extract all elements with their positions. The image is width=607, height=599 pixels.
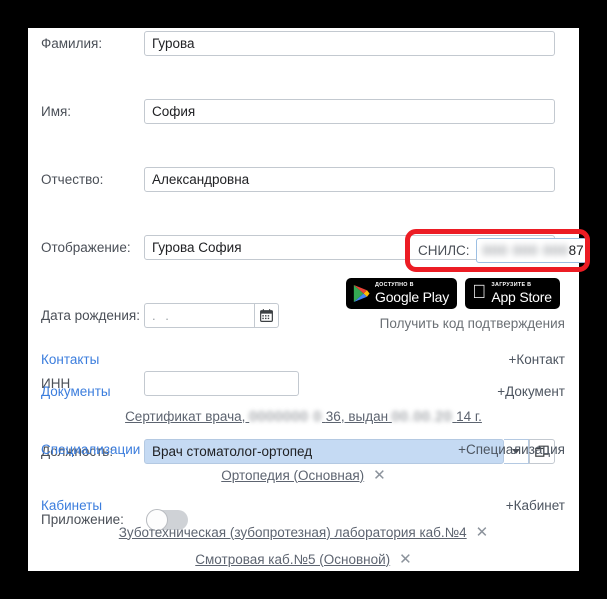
store-badges: ДОСТУПНО В Google Play  Загрузите в App… (346, 278, 560, 309)
google-play-badge[interactable]: ДОСТУПНО В Google Play (346, 278, 458, 309)
label-patronymic: Отчество: (41, 172, 104, 187)
section-cabinets-title[interactable]: Кабинеты (41, 492, 102, 520)
section-specializations-title[interactable]: Специализации (41, 436, 140, 464)
doctor-profile-panel: Фамилия: Гурова Имя: София Отчество: Але… (28, 28, 590, 572)
specialization-link[interactable]: Ортопедия (Основная) (221, 468, 364, 483)
input-patronymic[interactable]: Александровна (144, 167, 555, 192)
add-specialization-button[interactable]: +Специализация (458, 436, 565, 464)
close-icon[interactable]: ✕ (399, 552, 412, 567)
list-item: Зуботехническая (зубопротезная) лаборато… (28, 519, 579, 545)
document-middle: 36, выдан (325, 408, 389, 424)
input-surname[interactable]: Гурова (144, 31, 555, 56)
calendar-icon (260, 309, 273, 322)
app-store-big-text: App Store (477, 288, 552, 305)
label-firstname: Имя: (41, 104, 72, 119)
form-row-firstname: Имя: София (28, 96, 579, 128)
google-play-text: ДОСТУПНО В Google Play (375, 282, 450, 305)
document-suffix: 14 г. (456, 408, 482, 424)
snils-group: СНИЛС: 000 000 00087 (418, 238, 588, 263)
app-store-small-text: Загрузите в (477, 282, 531, 289)
add-cabinet-button[interactable]: +Кабинет (506, 492, 565, 520)
section-contacts-title[interactable]: Контакты (41, 346, 99, 374)
add-contact-button[interactable]: +Контакт (509, 346, 566, 374)
google-play-big-text: Google Play (375, 288, 450, 305)
section-documents: Документы +Документ (28, 378, 579, 406)
cabinet-link[interactable]: Смотровая каб.№5 (Основной) (195, 552, 390, 567)
list-item: Сертификат врача, 0000000 0 36, выдан 00… (28, 403, 579, 429)
birthdate-placeholder: . . (152, 308, 172, 323)
label-display-name: Отображение: (41, 240, 131, 255)
input-firstname[interactable]: София (144, 99, 555, 124)
snils-visible-value: 87 (568, 243, 584, 258)
label-birthdate: Дата рождения: (41, 308, 140, 323)
form-row-surname: Фамилия: Гурова (28, 28, 579, 60)
get-confirmation-code-link[interactable]: Получить код подтверждения (380, 316, 565, 331)
input-birthdate[interactable]: . . (144, 303, 254, 328)
document-prefix: Сертификат врача, (125, 408, 246, 424)
app-store-badge[interactable]:  Загрузите в App Store (465, 278, 560, 309)
list-item: Ортопедия (Основная) ✕ (28, 462, 579, 488)
snils-redacted-value: 000 000 000 (482, 243, 569, 258)
label-snils: СНИЛС: (418, 243, 470, 258)
google-play-small-text: ДОСТУПНО В (375, 282, 414, 289)
close-icon[interactable]: ✕ (373, 468, 386, 483)
label-surname: Фамилия: (41, 36, 103, 51)
section-specializations: Специализации +Специализация (28, 436, 579, 464)
document-redacted-1: 0000000 0 (249, 408, 323, 424)
calendar-button[interactable] (254, 303, 279, 328)
section-documents-title[interactable]: Документы (41, 378, 111, 406)
list-item: Смотровая каб.№5 (Основной) ✕ (28, 546, 579, 572)
google-play-icon (353, 285, 370, 302)
cabinet-link[interactable]: Зуботехническая (зубопротезная) лаборато… (119, 525, 467, 540)
close-icon[interactable]: ✕ (476, 525, 489, 540)
form-row-patronymic: Отчество: Александровна (28, 164, 579, 196)
section-cabinets: Кабинеты +Кабинет (28, 492, 579, 520)
app-store-text: Загрузите в App Store (477, 282, 552, 305)
add-document-button[interactable]: +Документ (497, 378, 565, 406)
input-snils[interactable]: 000 000 00087 (475, 238, 588, 263)
document-link[interactable]: Сертификат врача, 0000000 0 36, выдан 00… (125, 409, 482, 424)
document-redacted-2: 00.00.20 (391, 408, 453, 424)
apple-icon:  (472, 283, 486, 302)
section-contacts: Контакты +Контакт (28, 346, 579, 374)
